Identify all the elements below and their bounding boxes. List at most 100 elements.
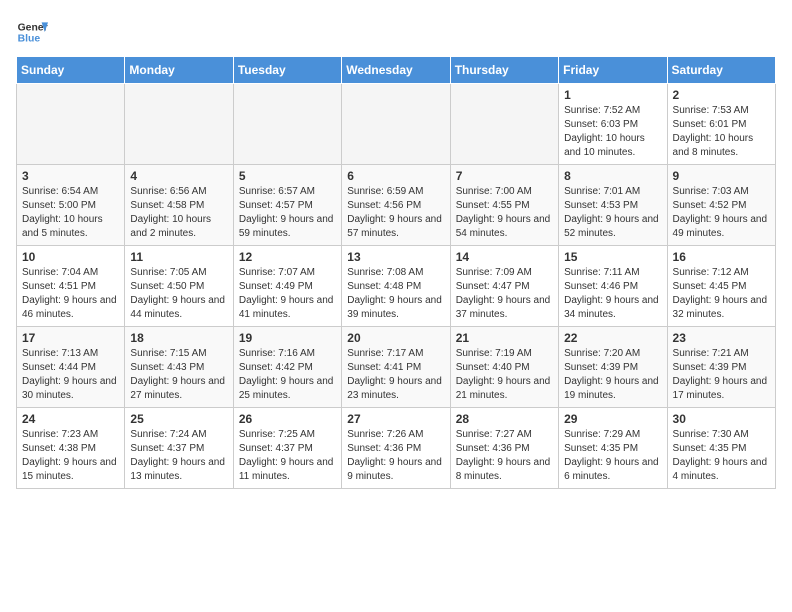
day-info: Sunrise: 7:21 AM Sunset: 4:39 PM Dayligh… bbox=[673, 347, 770, 403]
calendar-cell: 18 Sunrise: 7:15 AM Sunset: 4:43 PM Dayli… bbox=[125, 327, 233, 408]
calendar-cell: 16 Sunrise: 7:12 AM Sunset: 4:45 PM Dayli… bbox=[667, 246, 775, 327]
calendar-cell: 20 Sunrise: 7:17 AM Sunset: 4:41 PM Dayli… bbox=[342, 327, 450, 408]
calendar-cell: 11 Sunrise: 7:05 AM Sunset: 4:50 PM Dayli… bbox=[125, 246, 233, 327]
day-info: Sunrise: 7:29 AM Sunset: 4:35 PM Dayligh… bbox=[564, 428, 661, 484]
day-info: Sunrise: 7:24 AM Sunset: 4:37 PM Dayligh… bbox=[130, 428, 227, 484]
day-number: 17 bbox=[22, 331, 119, 345]
day-number: 27 bbox=[347, 412, 444, 426]
day-number: 15 bbox=[564, 250, 661, 264]
day-info: Sunrise: 7:19 AM Sunset: 4:40 PM Dayligh… bbox=[456, 347, 553, 403]
calendar-cell: 28 Sunrise: 7:27 AM Sunset: 4:36 PM Dayli… bbox=[450, 408, 558, 489]
calendar-cell: 10Sunrise: 7:04 AM Sunset: 4:51 PM Dayli… bbox=[17, 246, 125, 327]
calendar-cell: 13 Sunrise: 7:08 AM Sunset: 4:48 PM Dayli… bbox=[342, 246, 450, 327]
day-info: Sunrise: 6:54 AM Sunset: 5:00 PM Dayligh… bbox=[22, 185, 119, 241]
day-info: Sunrise: 7:16 AM Sunset: 4:42 PM Dayligh… bbox=[239, 347, 336, 403]
day-info: Sunrise: 7:20 AM Sunset: 4:39 PM Dayligh… bbox=[564, 347, 661, 403]
day-number: 18 bbox=[130, 331, 227, 345]
day-number: 3 bbox=[22, 169, 119, 183]
calendar-cell: 26 Sunrise: 7:25 AM Sunset: 4:37 PM Dayli… bbox=[233, 408, 341, 489]
logo: General Blue bbox=[16, 16, 48, 48]
day-info: Sunrise: 7:08 AM Sunset: 4:48 PM Dayligh… bbox=[347, 266, 444, 322]
day-number: 16 bbox=[673, 250, 770, 264]
day-number: 28 bbox=[456, 412, 553, 426]
column-header-monday: Monday bbox=[125, 57, 233, 84]
day-number: 13 bbox=[347, 250, 444, 264]
day-number: 25 bbox=[130, 412, 227, 426]
day-info: Sunrise: 7:53 AM Sunset: 6:01 PM Dayligh… bbox=[673, 104, 770, 160]
column-header-tuesday: Tuesday bbox=[233, 57, 341, 84]
day-info: Sunrise: 7:01 AM Sunset: 4:53 PM Dayligh… bbox=[564, 185, 661, 241]
day-number: 1 bbox=[564, 88, 661, 102]
calendar-cell: 30 Sunrise: 7:30 AM Sunset: 4:35 PM Dayli… bbox=[667, 408, 775, 489]
day-info: Sunrise: 6:59 AM Sunset: 4:56 PM Dayligh… bbox=[347, 185, 444, 241]
calendar-cell: 19 Sunrise: 7:16 AM Sunset: 4:42 PM Dayli… bbox=[233, 327, 341, 408]
day-info: Sunrise: 7:03 AM Sunset: 4:52 PM Dayligh… bbox=[673, 185, 770, 241]
day-number: 26 bbox=[239, 412, 336, 426]
day-info: Sunrise: 6:56 AM Sunset: 4:58 PM Dayligh… bbox=[130, 185, 227, 241]
page-header: General Blue bbox=[16, 16, 776, 48]
calendar-cell bbox=[17, 84, 125, 165]
day-info: Sunrise: 7:25 AM Sunset: 4:37 PM Dayligh… bbox=[239, 428, 336, 484]
day-info: Sunrise: 7:09 AM Sunset: 4:47 PM Dayligh… bbox=[456, 266, 553, 322]
day-number: 21 bbox=[456, 331, 553, 345]
day-number: 22 bbox=[564, 331, 661, 345]
day-info: Sunrise: 7:26 AM Sunset: 4:36 PM Dayligh… bbox=[347, 428, 444, 484]
calendar-week-row: 17 Sunrise: 7:13 AM Sunset: 4:44 PM Dayli… bbox=[17, 327, 776, 408]
day-number: 7 bbox=[456, 169, 553, 183]
calendar-cell: 29 Sunrise: 7:29 AM Sunset: 4:35 PM Dayli… bbox=[559, 408, 667, 489]
column-header-sunday: Sunday bbox=[17, 57, 125, 84]
calendar-cell: 14Sunrise: 7:09 AM Sunset: 4:47 PM Dayli… bbox=[450, 246, 558, 327]
calendar-cell: 12 Sunrise: 7:07 AM Sunset: 4:49 PM Dayli… bbox=[233, 246, 341, 327]
day-number: 19 bbox=[239, 331, 336, 345]
day-info: Sunrise: 6:57 AM Sunset: 4:57 PM Dayligh… bbox=[239, 185, 336, 241]
day-number: 20 bbox=[347, 331, 444, 345]
day-info: Sunrise: 7:17 AM Sunset: 4:41 PM Dayligh… bbox=[347, 347, 444, 403]
calendar-cell: 27 Sunrise: 7:26 AM Sunset: 4:36 PM Dayli… bbox=[342, 408, 450, 489]
calendar-cell: 24Sunrise: 7:23 AM Sunset: 4:38 PM Dayli… bbox=[17, 408, 125, 489]
calendar-cell: 22 Sunrise: 7:20 AM Sunset: 4:39 PM Dayli… bbox=[559, 327, 667, 408]
calendar-cell bbox=[233, 84, 341, 165]
day-number: 10 bbox=[22, 250, 119, 264]
day-number: 8 bbox=[564, 169, 661, 183]
calendar-cell: 15 Sunrise: 7:11 AM Sunset: 4:46 PM Dayli… bbox=[559, 246, 667, 327]
day-number: 5 bbox=[239, 169, 336, 183]
calendar-week-row: 10Sunrise: 7:04 AM Sunset: 4:51 PM Dayli… bbox=[17, 246, 776, 327]
day-number: 11 bbox=[130, 250, 227, 264]
calendar-cell: 9 Sunrise: 7:03 AM Sunset: 4:52 PM Daylig… bbox=[667, 165, 775, 246]
calendar-cell: 25 Sunrise: 7:24 AM Sunset: 4:37 PM Dayli… bbox=[125, 408, 233, 489]
day-info: Sunrise: 7:00 AM Sunset: 4:55 PM Dayligh… bbox=[456, 185, 553, 241]
day-number: 2 bbox=[673, 88, 770, 102]
day-number: 12 bbox=[239, 250, 336, 264]
day-number: 9 bbox=[673, 169, 770, 183]
day-info: Sunrise: 7:23 AM Sunset: 4:38 PM Dayligh… bbox=[22, 428, 119, 484]
logo-icon: General Blue bbox=[16, 16, 48, 48]
calendar-cell: 6Sunrise: 6:59 AM Sunset: 4:56 PM Daylig… bbox=[342, 165, 450, 246]
calendar-week-row: 1Sunrise: 7:52 AM Sunset: 6:03 PM Daylig… bbox=[17, 84, 776, 165]
calendar: SundayMondayTuesdayWednesdayThursdayFrid… bbox=[16, 56, 776, 489]
day-info: Sunrise: 7:27 AM Sunset: 4:36 PM Dayligh… bbox=[456, 428, 553, 484]
day-number: 4 bbox=[130, 169, 227, 183]
calendar-cell: 23 Sunrise: 7:21 AM Sunset: 4:39 PM Dayli… bbox=[667, 327, 775, 408]
calendar-cell: 2 Sunrise: 7:53 AM Sunset: 6:01 PM Daylig… bbox=[667, 84, 775, 165]
column-header-saturday: Saturday bbox=[667, 57, 775, 84]
day-info: Sunrise: 7:07 AM Sunset: 4:49 PM Dayligh… bbox=[239, 266, 336, 322]
svg-text:Blue: Blue bbox=[18, 34, 41, 45]
day-number: 29 bbox=[564, 412, 661, 426]
calendar-cell bbox=[450, 84, 558, 165]
calendar-cell: 21 Sunrise: 7:19 AM Sunset: 4:40 PM Dayli… bbox=[450, 327, 558, 408]
day-info: Sunrise: 7:11 AM Sunset: 4:46 PM Dayligh… bbox=[564, 266, 661, 322]
calendar-cell: 5 Sunrise: 6:57 AM Sunset: 4:57 PM Daylig… bbox=[233, 165, 341, 246]
day-info: Sunrise: 7:13 AM Sunset: 4:44 PM Dayligh… bbox=[22, 347, 119, 403]
day-info: Sunrise: 7:30 AM Sunset: 4:35 PM Dayligh… bbox=[673, 428, 770, 484]
day-info: Sunrise: 7:15 AM Sunset: 4:43 PM Dayligh… bbox=[130, 347, 227, 403]
calendar-cell bbox=[342, 84, 450, 165]
calendar-cell: 17 Sunrise: 7:13 AM Sunset: 4:44 PM Dayli… bbox=[17, 327, 125, 408]
calendar-cell: 1Sunrise: 7:52 AM Sunset: 6:03 PM Daylig… bbox=[559, 84, 667, 165]
day-info: Sunrise: 7:05 AM Sunset: 4:50 PM Dayligh… bbox=[130, 266, 227, 322]
day-number: 30 bbox=[673, 412, 770, 426]
day-number: 23 bbox=[673, 331, 770, 345]
column-header-thursday: Thursday bbox=[450, 57, 558, 84]
calendar-cell: 8 Sunrise: 7:01 AM Sunset: 4:53 PM Daylig… bbox=[559, 165, 667, 246]
day-info: Sunrise: 7:12 AM Sunset: 4:45 PM Dayligh… bbox=[673, 266, 770, 322]
calendar-week-row: 24Sunrise: 7:23 AM Sunset: 4:38 PM Dayli… bbox=[17, 408, 776, 489]
